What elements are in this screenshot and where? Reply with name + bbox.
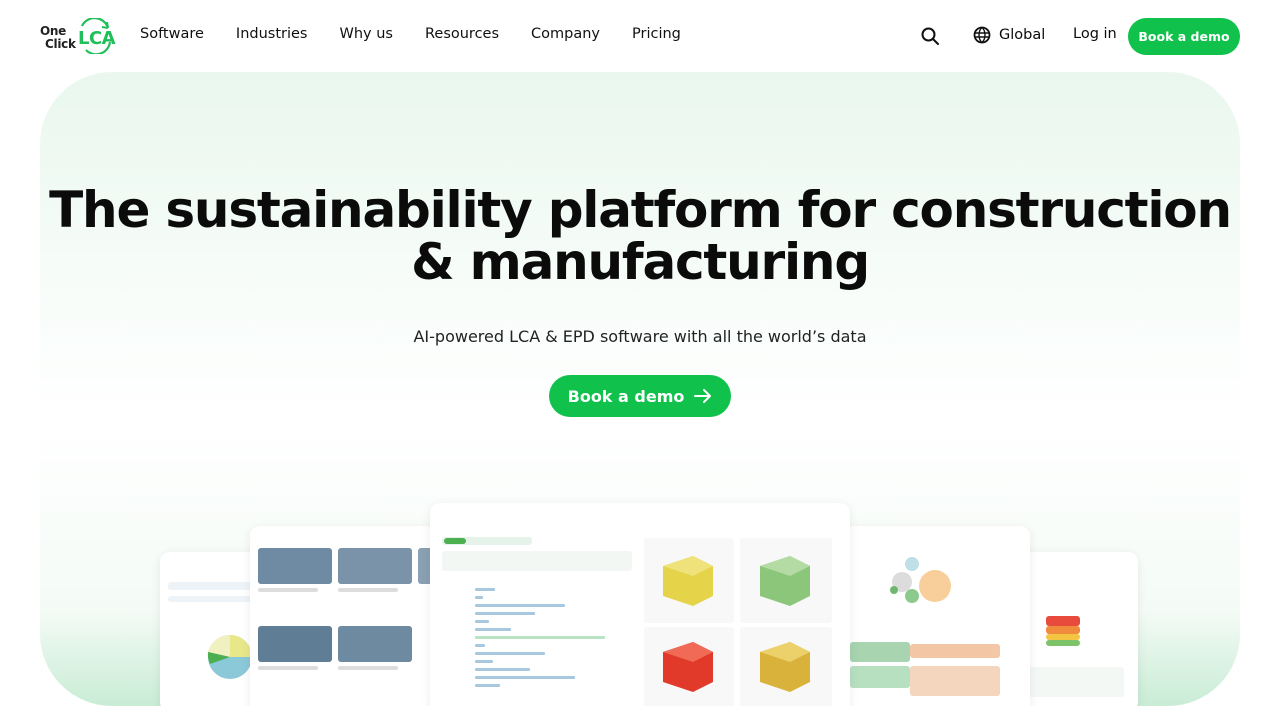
search-icon[interactable] [920, 26, 940, 46]
hero-title-line2: & manufacturing [411, 233, 870, 291]
logo[interactable]: One Click LCA [40, 18, 116, 54]
screenshot-global-warming-chart [840, 526, 1030, 706]
hero-book-demo-button[interactable]: Book a demo [549, 375, 731, 417]
hero-title: The sustainability platform for construc… [40, 184, 1240, 288]
logo-mark: LCA [78, 28, 116, 49]
nav-item-company[interactable]: Company [531, 26, 600, 42]
logo-line1: One [40, 24, 66, 38]
screenshot-carbon-footprint [430, 503, 850, 706]
book-demo-button[interactable]: Book a demo [1128, 18, 1240, 55]
globe-icon [973, 26, 991, 44]
login-link[interactable]: Log in [1073, 26, 1117, 42]
region-selector[interactable]: Global [973, 26, 1045, 44]
hero-cta-label: Book a demo [567, 386, 685, 406]
nav-item-software[interactable]: Software [140, 26, 204, 42]
region-label: Global [999, 27, 1046, 43]
hero-section: The sustainability platform for construc… [40, 72, 1240, 706]
nav-item-why-us[interactable]: Why us [340, 26, 393, 42]
nav-item-industries[interactable]: Industries [236, 26, 308, 42]
logo-line2: Click [45, 37, 76, 51]
arrow-right-icon [694, 389, 712, 403]
hero-subtitle: AI-powered LCA & EPD software with all t… [413, 327, 867, 346]
hero-title-line1: The sustainability platform for construc… [49, 181, 1232, 239]
main-menu: Software Industries Why us Resources Com… [140, 26, 713, 42]
nav-item-pricing[interactable]: Pricing [632, 26, 681, 42]
nav-item-resources[interactable]: Resources [425, 26, 499, 42]
top-nav: One Click LCA Software Industries Why us… [0, 0, 1280, 72]
